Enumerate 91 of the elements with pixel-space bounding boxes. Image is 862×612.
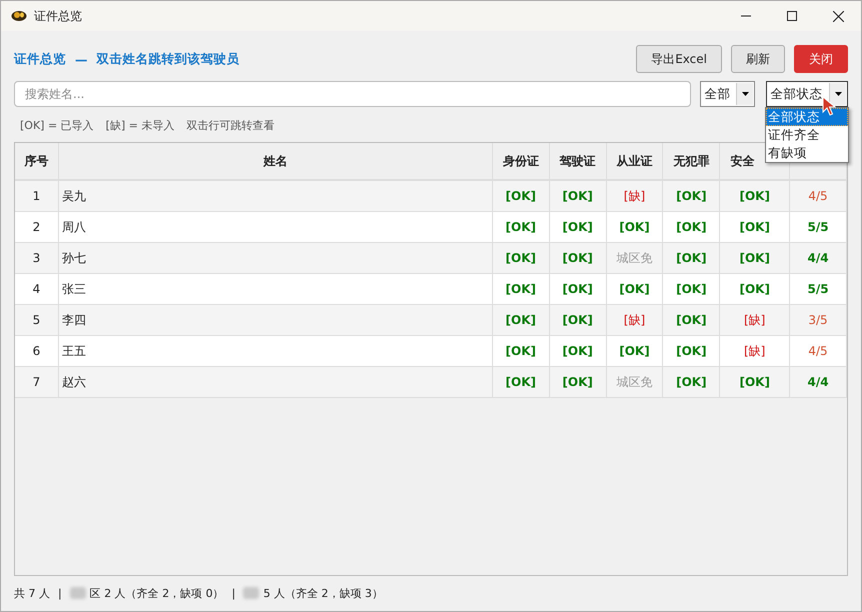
legend-text: 双击行可跳转查看 <box>186 118 274 132</box>
table-cell: [缺] <box>606 181 664 211</box>
table-cell: 周八 <box>58 212 493 242</box>
table-cell: 5 <box>15 305 59 335</box>
dropdown-option[interactable]: 证件齐全 <box>766 126 848 144</box>
table-cell: 7 <box>15 367 59 397</box>
table-cell: [OK] <box>663 336 720 366</box>
window-title: 证件总览 <box>34 8 82 24</box>
table-cell: 3 <box>15 243 59 273</box>
toolbar-button[interactable]: 导出Excel <box>636 45 722 73</box>
table-cell: [缺] <box>720 305 790 335</box>
table-cell: [OK] <box>550 274 607 304</box>
filter-dropdown[interactable]: 全部 <box>700 81 756 107</box>
table-cell: [OK] <box>720 243 790 273</box>
table-cell: 4/4 <box>790 243 847 273</box>
table-cell: [OK] <box>492 305 550 335</box>
table-cell: 5/5 <box>790 212 847 242</box>
column-header[interactable]: 序号 <box>24 152 48 170</box>
table-cell: [OK] <box>606 336 664 366</box>
redaction-blur <box>70 587 86 599</box>
table-cell: [OK] <box>720 181 790 211</box>
close-icon[interactable] <box>833 10 844 22</box>
table-cell: [OK] <box>663 305 720 335</box>
maximize-icon[interactable] <box>787 11 797 21</box>
dropdown-option[interactable]: 全部状态 <box>766 108 848 126</box>
table-cell: [OK] <box>606 212 664 242</box>
dropdown-arrow-icon <box>742 92 749 96</box>
legend-text: [OK] = 已导入 <box>20 118 94 132</box>
status-text: 区 2 人（齐全 2，缺项 0） <box>90 586 224 600</box>
table-cell: 2 <box>15 212 59 242</box>
table-cell: [OK] <box>492 181 550 211</box>
legend-text: [缺] = 未导入 <box>106 118 174 132</box>
table-cell: [OK] <box>663 212 720 242</box>
table-cell: 李四 <box>58 305 493 335</box>
table-cell: [OK] <box>663 367 720 397</box>
table-cell: [OK] <box>663 243 720 273</box>
table-cell: [缺] <box>720 336 790 366</box>
table-cell: [OK] <box>663 274 720 304</box>
table-cell: 王五 <box>58 336 493 366</box>
table-cell: [OK] <box>550 305 607 335</box>
status-text: 共 7 人 <box>14 586 50 600</box>
table-cell: 4/5 <box>790 181 847 211</box>
table-cell: 3/5 <box>790 305 847 335</box>
page-subtitle: 双击姓名跳转到该驾驶员 <box>96 50 240 68</box>
table-cell: [OK] <box>550 336 607 366</box>
table-cell: [OK] <box>720 212 790 242</box>
table-cell: 吴九 <box>58 181 493 211</box>
table-cell: [OK] <box>492 212 550 242</box>
table-cell: [OK] <box>663 181 720 211</box>
table-cell: [OK] <box>606 274 664 304</box>
toolbar-button[interactable]: 刷新 <box>731 45 785 73</box>
table-cell: [OK] <box>492 367 550 397</box>
dropdown-option[interactable]: 有缺项 <box>766 144 848 162</box>
table-cell: [OK] <box>550 367 607 397</box>
status-separator: | <box>232 586 236 600</box>
table-cell: [OK] <box>492 274 550 304</box>
column-header[interactable]: 身份证 <box>502 152 539 170</box>
table-cell: [OK] <box>492 243 550 273</box>
table-cell: 4/5 <box>790 336 847 366</box>
filter-dropdown[interactable]: 全部状态 <box>766 81 848 107</box>
table-cell: [OK] <box>492 336 550 366</box>
toolbar-button[interactable]: 关闭 <box>794 45 848 73</box>
column-header[interactable]: 驾驶证 <box>560 152 596 170</box>
column-header[interactable]: 安全 <box>730 152 754 170</box>
table-cell: 赵六 <box>58 367 493 397</box>
table-cell: 5/5 <box>790 274 847 304</box>
column-header[interactable]: 从业证 <box>616 152 652 170</box>
table-cell: [OK] <box>550 243 607 273</box>
redaction-blur <box>243 587 260 599</box>
status-separator: | <box>58 586 62 600</box>
table-cell: 孙七 <box>58 243 493 273</box>
table-cell: [OK] <box>550 181 607 211</box>
table-cell: [OK] <box>550 212 607 242</box>
dropdown-arrow-icon <box>834 92 842 96</box>
search-field[interactable]: 搜索姓名... <box>14 81 692 107</box>
table-cell: 张三 <box>58 274 493 304</box>
page-title: 证件总览 <box>14 50 66 68</box>
table-cell: [OK] <box>720 367 790 397</box>
table-cell: [OK] <box>720 274 790 304</box>
column-header[interactable]: 无犯罪 <box>673 152 710 170</box>
status-text: 5 人（齐全 2，缺项 3） <box>263 586 383 600</box>
title-separator: — <box>75 52 88 66</box>
table-cell: 6 <box>15 336 59 366</box>
column-header[interactable]: 姓名 <box>263 152 288 170</box>
app-icon <box>11 10 27 22</box>
table-cell: 城区免 <box>606 243 664 273</box>
table-cell: [缺] <box>606 305 664 335</box>
table-cell: 城区免 <box>606 367 664 397</box>
table-cell: 4/4 <box>790 367 847 397</box>
table-cell: 1 <box>15 181 59 211</box>
table-cell: 4 <box>15 274 59 304</box>
